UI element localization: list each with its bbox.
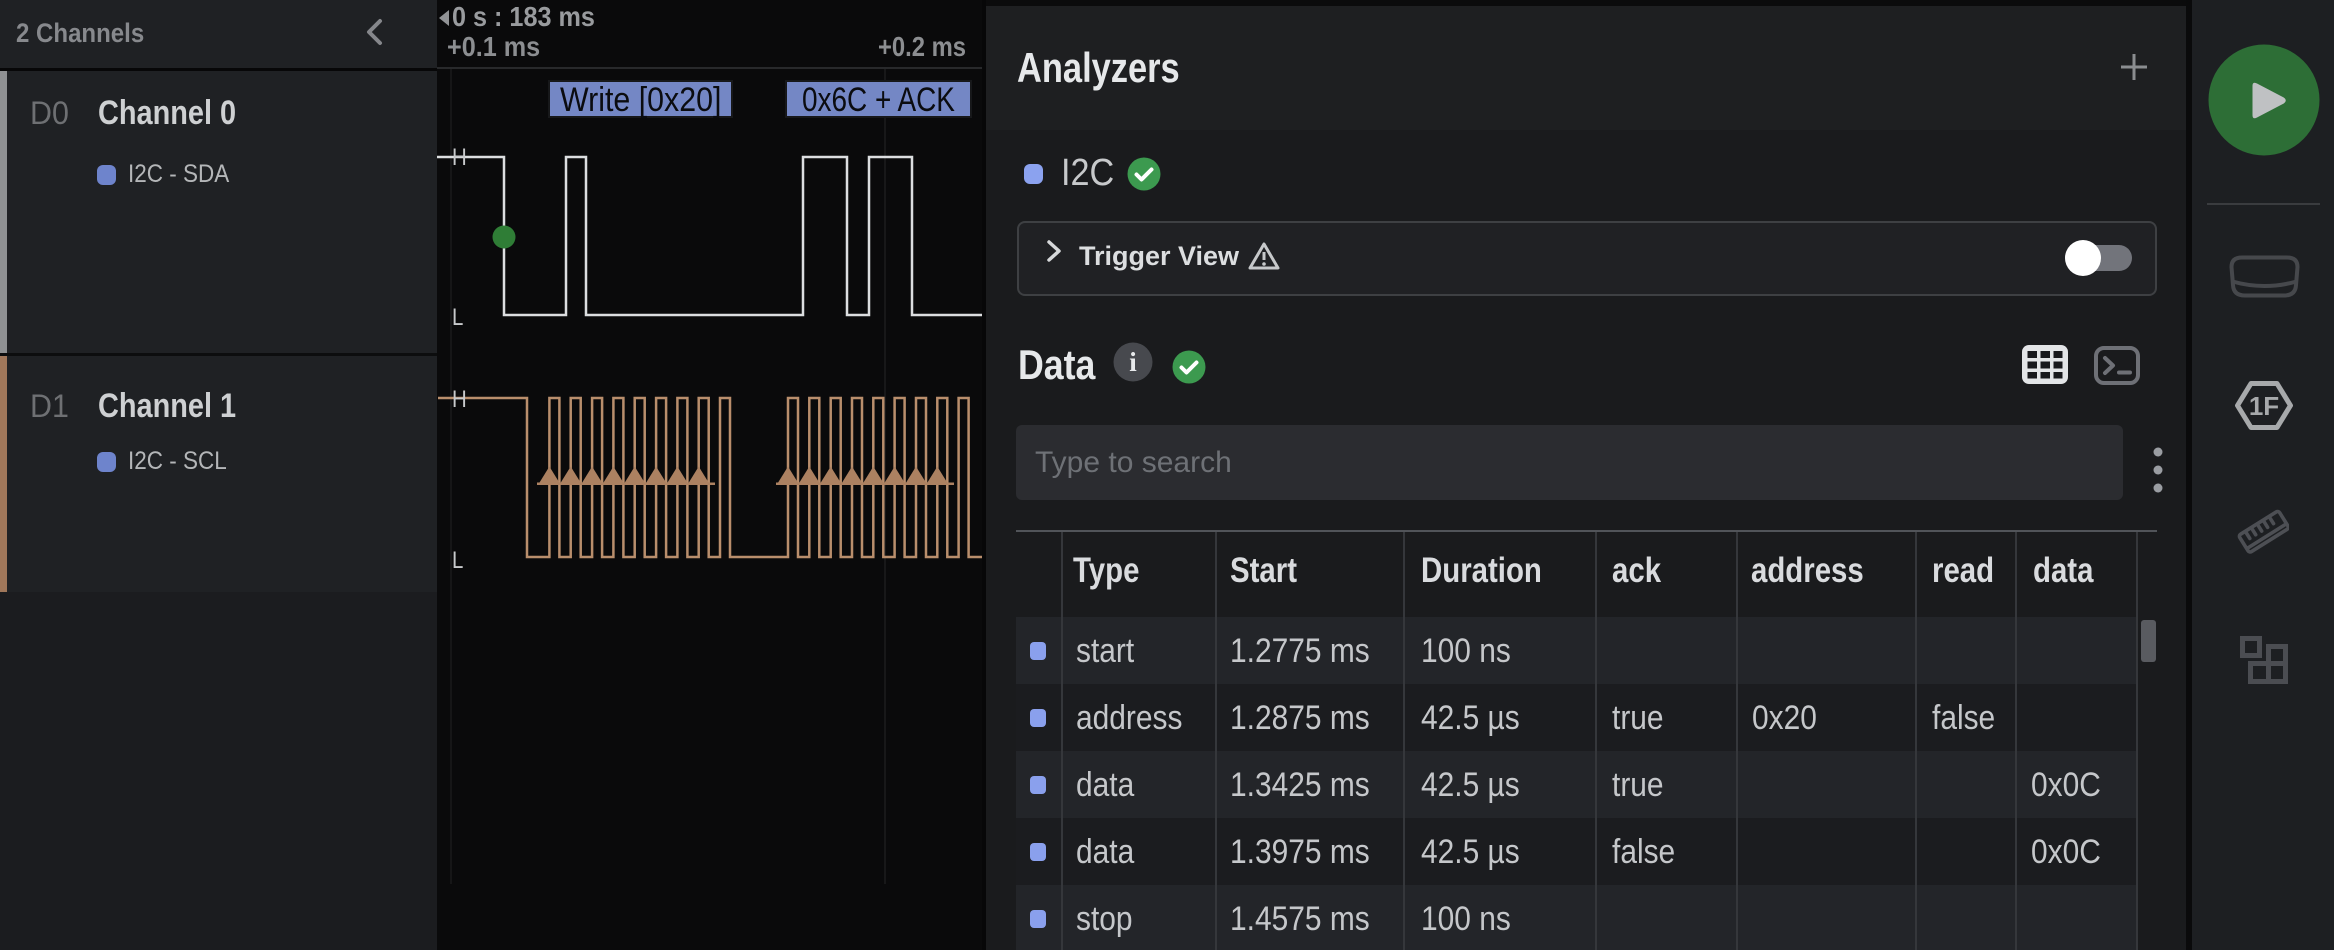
svg-text:i: i xyxy=(1129,347,1137,377)
svg-text:1F: 1F xyxy=(2249,391,2279,421)
